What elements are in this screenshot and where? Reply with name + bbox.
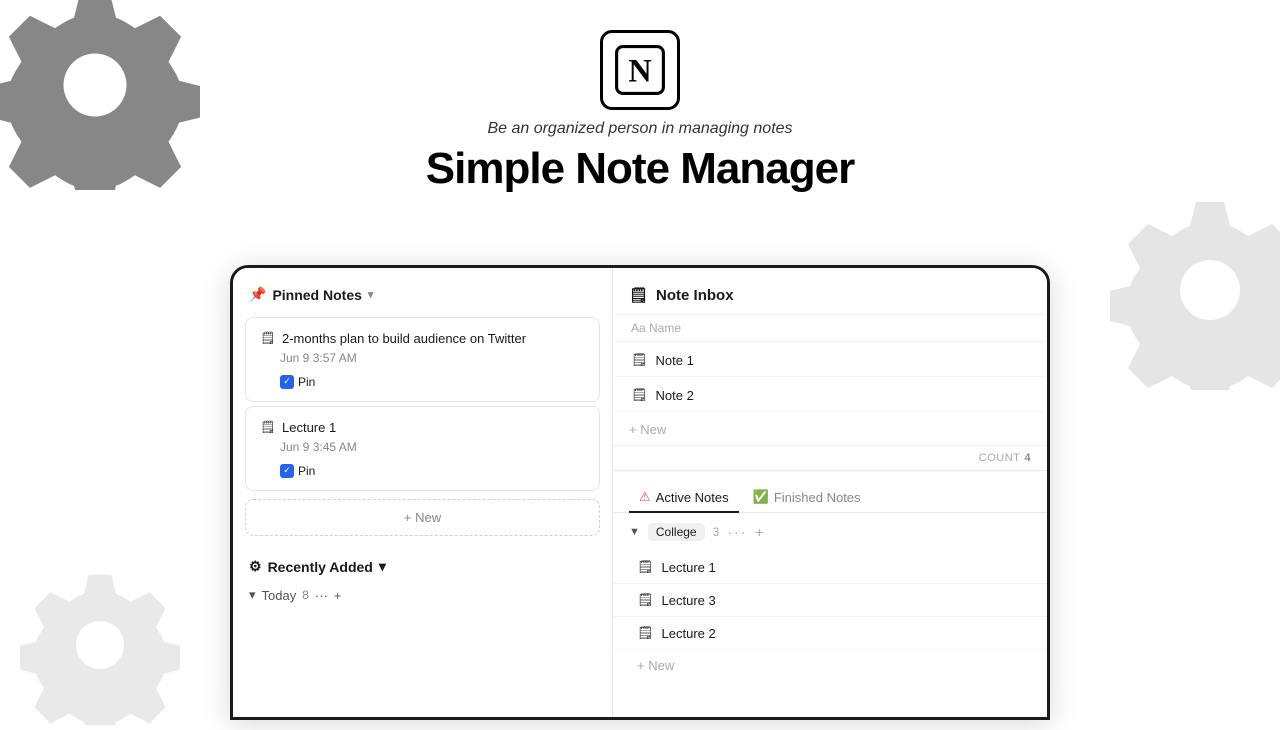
tabs-row: ⚠ Active Notes ✅ Finished Notes bbox=[613, 471, 1047, 513]
header: N Be an organized person in managing not… bbox=[0, 0, 1280, 214]
inbox-col-header: Aa Name bbox=[615, 314, 1045, 342]
college-note-row-1[interactable]: 🗒 Lecture 3 bbox=[613, 584, 1047, 617]
note-inbox-label: Note Inbox bbox=[656, 287, 734, 304]
inbox-row-0[interactable]: 🗒 Note 1 bbox=[615, 344, 1045, 377]
gear-bg-right bbox=[1110, 190, 1280, 432]
college-count: 3 bbox=[713, 525, 720, 539]
college-group-header[interactable]: ▼ College 3 ··· + bbox=[613, 513, 1047, 551]
inbox-row-1[interactable]: 🗒 Note 2 bbox=[615, 379, 1045, 412]
pinned-new-label: + New bbox=[404, 510, 441, 525]
note-icon-0: 🗒 bbox=[260, 330, 276, 346]
today-chevron: ▾ bbox=[249, 587, 256, 603]
pin-checkbox-1[interactable]: ✓ bbox=[280, 464, 294, 478]
today-add[interactable]: + bbox=[334, 588, 342, 603]
college-note-row-2[interactable]: 🗒 Lecture 2 bbox=[613, 617, 1047, 650]
inbox-note-icon-0: 🗒 bbox=[631, 352, 648, 368]
pinned-note-title-1: 🗒 Lecture 1 bbox=[260, 419, 585, 435]
notes-new-button[interactable]: + New bbox=[613, 650, 1047, 681]
inbox-table: Aa Name 🗒 Note 1 🗒 Note 2 bbox=[613, 312, 1047, 414]
header-tagline: Be an organized person in managing notes bbox=[0, 120, 1280, 138]
college-note-row-0[interactable]: 🗒 Lecture 1 bbox=[613, 551, 1047, 584]
college-note-title-0: Lecture 1 bbox=[662, 560, 716, 575]
college-chevron: ▼ bbox=[629, 526, 640, 538]
today-label: Today bbox=[262, 588, 297, 603]
inbox-icon: 🗒 bbox=[629, 286, 648, 304]
pinned-note-date-1: Jun 9 3:45 AM bbox=[260, 440, 585, 454]
inbox-note-icon-1: 🗒 bbox=[631, 387, 648, 403]
inbox-note-title-1: Note 2 bbox=[656, 388, 694, 403]
pinned-note-card-1[interactable]: 🗒 Lecture 1 Jun 9 3:45 AM ✓ Pin bbox=[245, 406, 600, 491]
notion-logo: N bbox=[600, 30, 680, 110]
finished-notes-label: Finished Notes bbox=[774, 490, 861, 505]
active-notes-label: Active Notes bbox=[656, 490, 729, 505]
recently-added-label: Recently Added bbox=[268, 559, 373, 575]
app-window: 📌 Pinned Notes ▾ 🗒 2-months plan to buil… bbox=[230, 265, 1050, 720]
college-add[interactable]: + bbox=[755, 524, 763, 540]
today-count: 8 bbox=[302, 588, 309, 602]
college-note-title-1: Lecture 3 bbox=[662, 593, 716, 608]
pin-icon: 📌 bbox=[249, 286, 266, 303]
left-panel: 📌 Pinned Notes ▾ 🗒 2-months plan to buil… bbox=[233, 268, 613, 717]
college-note-icon-2: 🗒 bbox=[637, 625, 654, 641]
pin-badge-0[interactable]: ✓ Pin bbox=[260, 375, 315, 389]
right-panel: 🗒 Note Inbox Aa Name 🗒 Note 1 🗒 bbox=[613, 268, 1047, 717]
pinned-chevron: ▾ bbox=[368, 288, 374, 301]
college-tag: College bbox=[648, 523, 705, 541]
today-dots[interactable]: ··· bbox=[315, 588, 328, 603]
gear-bg-bottom-left bbox=[20, 565, 180, 730]
pinned-notes-label: Pinned Notes bbox=[272, 287, 361, 303]
pinned-note-title-0: 🗒 2-months plan to build audience on Twi… bbox=[260, 330, 585, 346]
college-note-title-2: Lecture 2 bbox=[662, 626, 716, 641]
pinned-notes-header[interactable]: 📌 Pinned Notes ▾ bbox=[233, 268, 612, 313]
finished-notes-icon: ✅ bbox=[753, 489, 769, 505]
pin-checkbox-0[interactable]: ✓ bbox=[280, 375, 294, 389]
pinned-note-card-0[interactable]: 🗒 2-months plan to build audience on Twi… bbox=[245, 317, 600, 402]
today-row[interactable]: ▾ Today 8 ··· + bbox=[233, 581, 612, 609]
active-notes-icon: ⚠ bbox=[639, 489, 651, 505]
notes-new-label: + New bbox=[637, 658, 674, 673]
inbox-new-button[interactable]: + New bbox=[613, 414, 1047, 445]
count-value: 4 bbox=[1024, 452, 1031, 464]
pinned-new-button[interactable]: + New bbox=[245, 499, 600, 536]
college-dots[interactable]: ··· bbox=[727, 524, 747, 540]
pin-badge-1[interactable]: ✓ Pin bbox=[260, 464, 315, 478]
pinned-note-date-0: Jun 9 3:57 AM bbox=[260, 351, 585, 365]
inbox-note-title-0: Note 1 bbox=[656, 353, 694, 368]
college-note-icon-0: 🗒 bbox=[637, 559, 654, 575]
recently-gear-icon: ⚙ bbox=[249, 558, 262, 575]
note-icon-1: 🗒 bbox=[260, 419, 276, 435]
header-title: Simple Note Manager bbox=[0, 144, 1280, 194]
tab-finished-notes[interactable]: ✅ Finished Notes bbox=[743, 483, 871, 513]
tab-active-notes[interactable]: ⚠ Active Notes bbox=[629, 483, 739, 513]
recently-chevron: ▾ bbox=[379, 558, 386, 575]
svg-text:N: N bbox=[628, 52, 651, 88]
note-inbox-header: 🗒 Note Inbox bbox=[613, 268, 1047, 304]
college-note-icon-1: 🗒 bbox=[637, 592, 654, 608]
count-row: COUNT 4 bbox=[613, 445, 1047, 470]
count-label: COUNT bbox=[979, 452, 1021, 464]
inbox-new-label: + New bbox=[629, 422, 666, 437]
recently-added-header[interactable]: ⚙ Recently Added ▾ bbox=[233, 544, 612, 581]
